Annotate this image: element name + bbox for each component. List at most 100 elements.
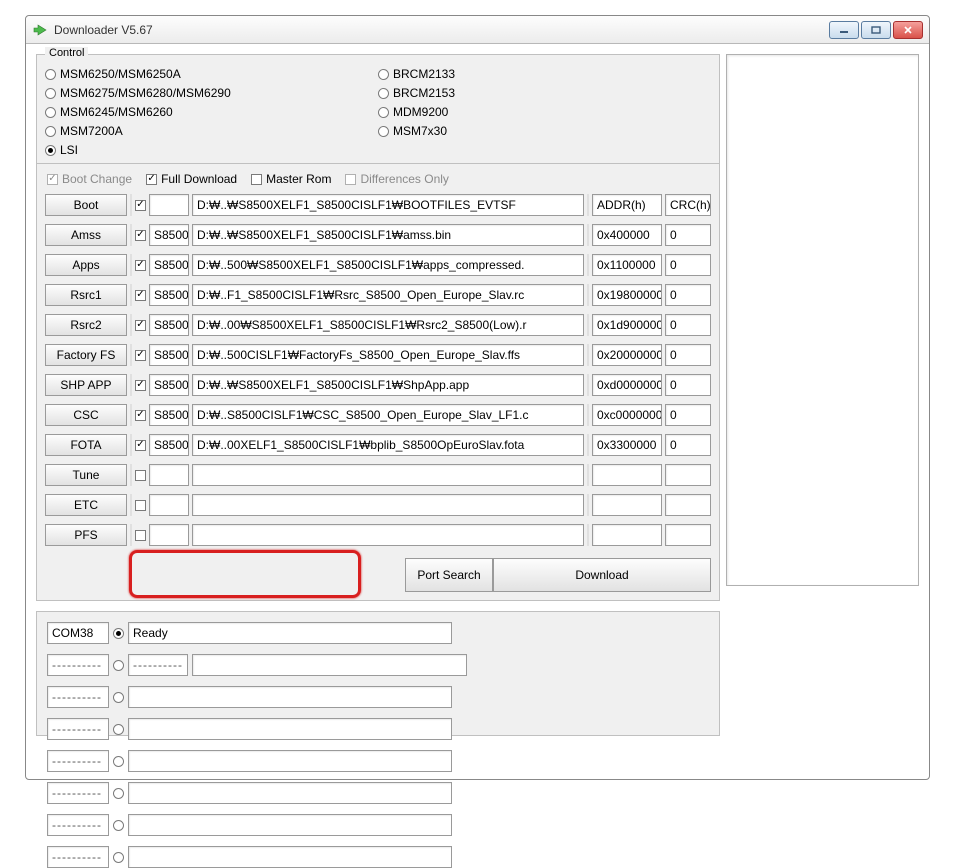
master-rom-checkbox[interactable] xyxy=(251,174,262,185)
addr-field[interactable] xyxy=(592,524,662,546)
com-radio[interactable] xyxy=(113,692,124,703)
path-field[interactable]: D:₩..₩S8500XELF1_S8500CISLF1₩ShpApp.app xyxy=(192,374,584,396)
file-type-button[interactable]: Tune xyxy=(45,464,127,486)
image-field[interactable]: S8500 xyxy=(149,254,189,276)
addr-field[interactable]: 0xc0000000 xyxy=(592,404,662,426)
file-type-button[interactable]: CSC xyxy=(45,404,127,426)
path-field[interactable]: D:₩..00XELF1_S8500CISLF1₩bplib_S8500OpEu… xyxy=(192,434,584,456)
image-field[interactable] xyxy=(149,194,189,216)
addr-field[interactable]: 0x20000000 xyxy=(592,344,662,366)
file-type-button[interactable]: Rsrc1 xyxy=(45,284,127,306)
com-status-field[interactable]: Ready xyxy=(128,622,452,644)
crc-field[interactable] xyxy=(665,494,711,516)
row-checkbox[interactable] xyxy=(135,440,146,451)
path-field[interactable] xyxy=(192,494,584,516)
com-status-field[interactable] xyxy=(128,750,452,772)
crc-field[interactable]: 0 xyxy=(665,404,711,426)
image-field[interactable] xyxy=(149,524,189,546)
control-radio[interactable]: MSM6275/MSM6280/MSM6290 xyxy=(45,86,378,100)
row-checkbox[interactable] xyxy=(135,290,146,301)
file-type-button[interactable]: Amss xyxy=(45,224,127,246)
image-field[interactable]: S8500 xyxy=(149,434,189,456)
full-download-checkbox[interactable] xyxy=(146,174,157,185)
maximize-button[interactable] xyxy=(861,21,891,39)
com-radio[interactable] xyxy=(113,820,124,831)
path-field[interactable]: D:₩..500CISLF1₩FactoryFs_S8500_Open_Euro… xyxy=(192,344,584,366)
boot-button[interactable]: Boot xyxy=(45,194,127,216)
file-type-button[interactable]: PFS xyxy=(45,524,127,546)
com-status-field[interactable] xyxy=(192,654,467,676)
control-radio[interactable]: MSM7200A xyxy=(45,124,378,138)
row-checkbox[interactable] xyxy=(135,530,146,541)
file-type-button[interactable]: Factory FS xyxy=(45,344,127,366)
com-port-field[interactable]: ---------- xyxy=(47,654,109,676)
crc-field[interactable] xyxy=(665,524,711,546)
control-radio[interactable]: BRCM2153 xyxy=(378,86,711,100)
com-radio[interactable] xyxy=(113,724,124,735)
crc-field[interactable]: 0 xyxy=(665,434,711,456)
com-status-field[interactable] xyxy=(128,718,452,740)
minimize-button[interactable] xyxy=(829,21,859,39)
com-status-field[interactable] xyxy=(128,846,452,868)
file-type-button[interactable]: Rsrc2 xyxy=(45,314,127,336)
addr-field[interactable]: 0x1d900000 xyxy=(592,314,662,336)
path-field[interactable] xyxy=(192,464,584,486)
com-port-field[interactable]: ---------- xyxy=(47,718,109,740)
row-checkbox[interactable] xyxy=(135,500,146,511)
com-port-field[interactable]: ---------- xyxy=(47,814,109,836)
port-search-button[interactable]: Port Search xyxy=(405,558,493,592)
com-port-field[interactable]: ---------- xyxy=(47,846,109,868)
row-checkbox[interactable] xyxy=(135,230,146,241)
row-checkbox[interactable] xyxy=(135,380,146,391)
path-field[interactable]: D:₩..S8500CISLF1₩CSC_S8500_Open_Europe_S… xyxy=(192,404,584,426)
file-type-button[interactable]: ETC xyxy=(45,494,127,516)
com-port-field[interactable]: ---------- xyxy=(47,750,109,772)
control-radio[interactable]: MDM9200 xyxy=(378,105,711,119)
addr-field[interactable] xyxy=(592,494,662,516)
close-button[interactable] xyxy=(893,21,923,39)
path-field[interactable]: D:₩..₩S8500XELF1_S8500CISLF1₩amss.bin xyxy=(192,224,584,246)
com-port-field[interactable]: ---------- xyxy=(47,686,109,708)
addr-field[interactable]: 0x1100000 xyxy=(592,254,662,276)
crc-field[interactable]: 0 xyxy=(665,374,711,396)
control-radio[interactable]: BRCM2133 xyxy=(378,67,711,81)
row-checkbox[interactable] xyxy=(135,320,146,331)
com-radio[interactable] xyxy=(113,660,124,671)
file-type-button[interactable]: Apps xyxy=(45,254,127,276)
file-type-button[interactable]: FOTA xyxy=(45,434,127,456)
path-field[interactable]: D:₩..500₩S8500XELF1_S8500CISLF1₩apps_com… xyxy=(192,254,584,276)
image-field[interactable]: S8500 xyxy=(149,344,189,366)
crc-field[interactable]: 0 xyxy=(665,224,711,246)
row-checkbox[interactable] xyxy=(135,260,146,271)
addr-field[interactable]: 0x19800000 xyxy=(592,284,662,306)
row-checkbox[interactable] xyxy=(135,410,146,421)
crc-field[interactable]: 0 xyxy=(665,254,711,276)
addr-field[interactable]: 0xd0000000 xyxy=(592,374,662,396)
com-radio[interactable] xyxy=(113,628,124,639)
addr-field[interactable]: 0x3300000 xyxy=(592,434,662,456)
com-radio[interactable] xyxy=(113,852,124,863)
image-field[interactable]: S8500 xyxy=(149,314,189,336)
crc-field[interactable]: 0 xyxy=(665,284,711,306)
image-field[interactable]: S8500 xyxy=(149,284,189,306)
com-status-field[interactable] xyxy=(128,814,452,836)
image-field[interactable] xyxy=(149,464,189,486)
com-port-field[interactable]: COM38 xyxy=(47,622,109,644)
download-button[interactable]: Download xyxy=(493,558,711,592)
crc-field[interactable] xyxy=(665,464,711,486)
image-field[interactable] xyxy=(149,494,189,516)
com-status-field[interactable] xyxy=(128,686,452,708)
control-radio[interactable]: LSI xyxy=(45,143,378,157)
path-field[interactable]: D:₩..₩S8500XELF1_S8500CISLF1₩BOOTFILES_E… xyxy=(192,194,584,216)
com-radio[interactable] xyxy=(113,756,124,767)
addr-field[interactable]: 0x400000 xyxy=(592,224,662,246)
image-field[interactable]: S8500 xyxy=(149,224,189,246)
control-radio[interactable]: MSM6245/MSM6260 xyxy=(45,105,378,119)
path-field[interactable] xyxy=(192,524,584,546)
control-radio[interactable]: MSM6250/MSM6250A xyxy=(45,67,378,81)
row-checkbox[interactable] xyxy=(135,200,146,211)
file-type-button[interactable]: SHP APP xyxy=(45,374,127,396)
crc-field[interactable]: 0 xyxy=(665,344,711,366)
addr-field[interactable] xyxy=(592,464,662,486)
image-field[interactable]: S8500 xyxy=(149,404,189,426)
